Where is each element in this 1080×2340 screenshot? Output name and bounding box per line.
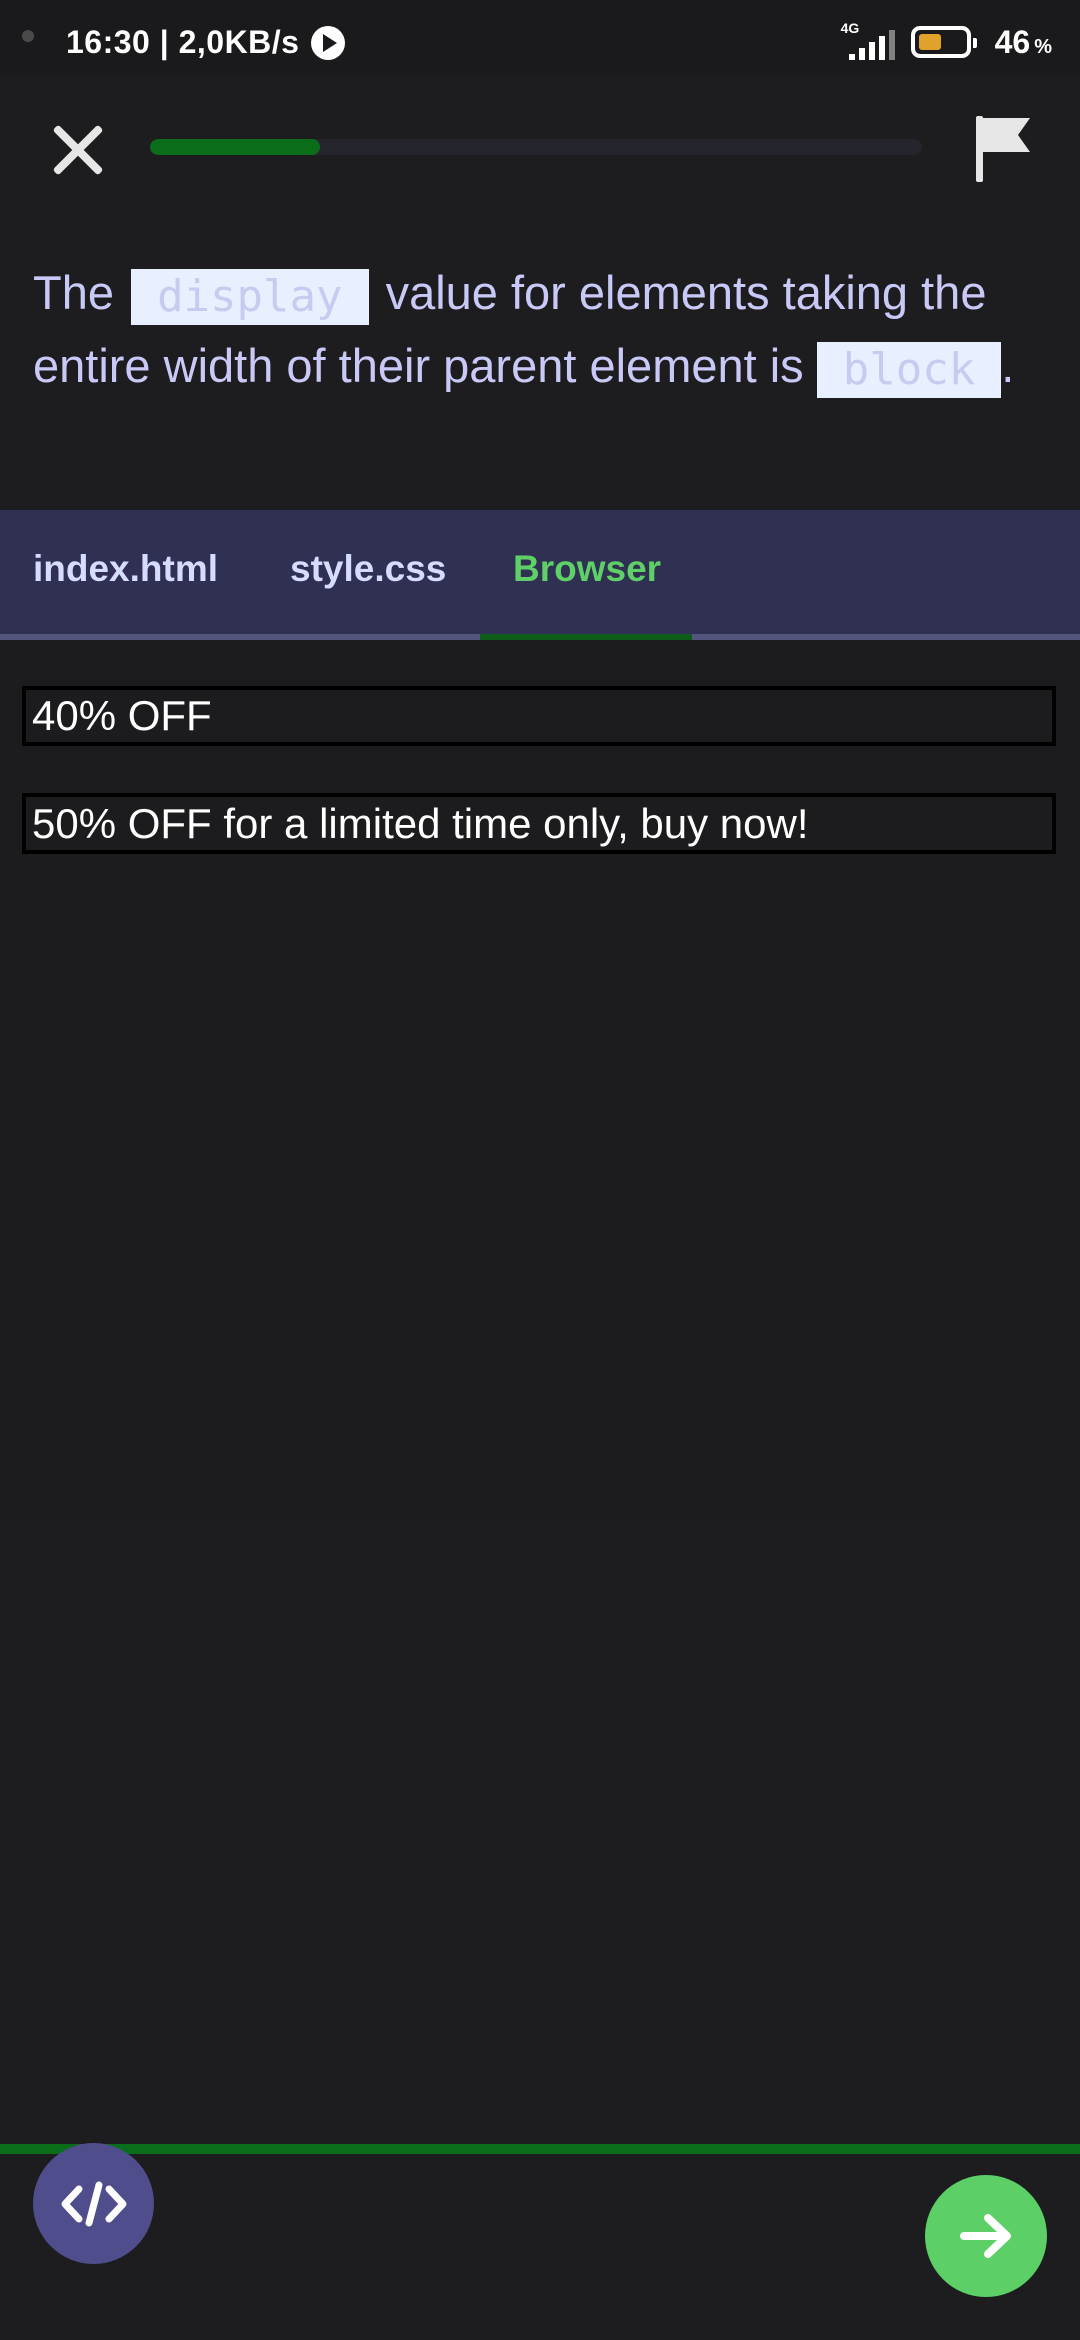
code-button[interactable]	[33, 2143, 154, 2264]
code-icon	[61, 2181, 126, 2226]
question-part-3: .	[1001, 339, 1015, 392]
code-chip-block: block	[816, 341, 1002, 398]
status-left: 16:30 | 2,0KB/s	[66, 24, 346, 61]
notification-dot	[22, 30, 34, 42]
tab-style-css[interactable]: style.css	[290, 548, 446, 590]
tab-index-html[interactable]: index.html	[33, 548, 218, 590]
battery-icon	[910, 26, 977, 58]
bottom-bar	[0, 2154, 1080, 2340]
flag-icon-svg	[976, 116, 1030, 182]
tab-browser[interactable]: Browser	[513, 548, 661, 590]
close-icon[interactable]	[44, 116, 112, 184]
play-icon	[311, 25, 346, 60]
network-type: 4G	[840, 20, 860, 36]
status-bar: 16:30 | 2,0KB/s 4G 46%	[0, 0, 1080, 75]
question-part-1: The	[33, 266, 114, 319]
bottom-divider	[0, 2144, 1080, 2154]
code-chip-display: display	[131, 268, 369, 325]
battery-percent-unit: %	[1034, 35, 1052, 58]
arrow-right-icon	[960, 2214, 1011, 2258]
battery-fill	[918, 34, 941, 50]
output-element: 50% OFF for a limited time only, buy now…	[22, 793, 1056, 854]
battery-percent-value: 46	[994, 23, 1031, 60]
next-button[interactable]	[925, 2175, 1047, 2297]
status-right: 4G 46%	[840, 20, 1052, 62]
output-element: 40% OFF	[22, 686, 1056, 746]
browser-preview: 40% OFF 50% OFF for a limited time only,…	[0, 640, 1080, 1522]
lesson-progress-fill	[150, 139, 320, 155]
flag-icon[interactable]	[972, 112, 1036, 184]
lesson-progress-bar	[150, 139, 922, 155]
signal-icon: 4G	[840, 20, 899, 62]
question-text: The display value for elements taking th…	[33, 256, 1033, 402]
battery-percent: 46%	[995, 24, 1052, 61]
status-time-speed: 16:30 | 2,0KB/s	[66, 24, 300, 60]
